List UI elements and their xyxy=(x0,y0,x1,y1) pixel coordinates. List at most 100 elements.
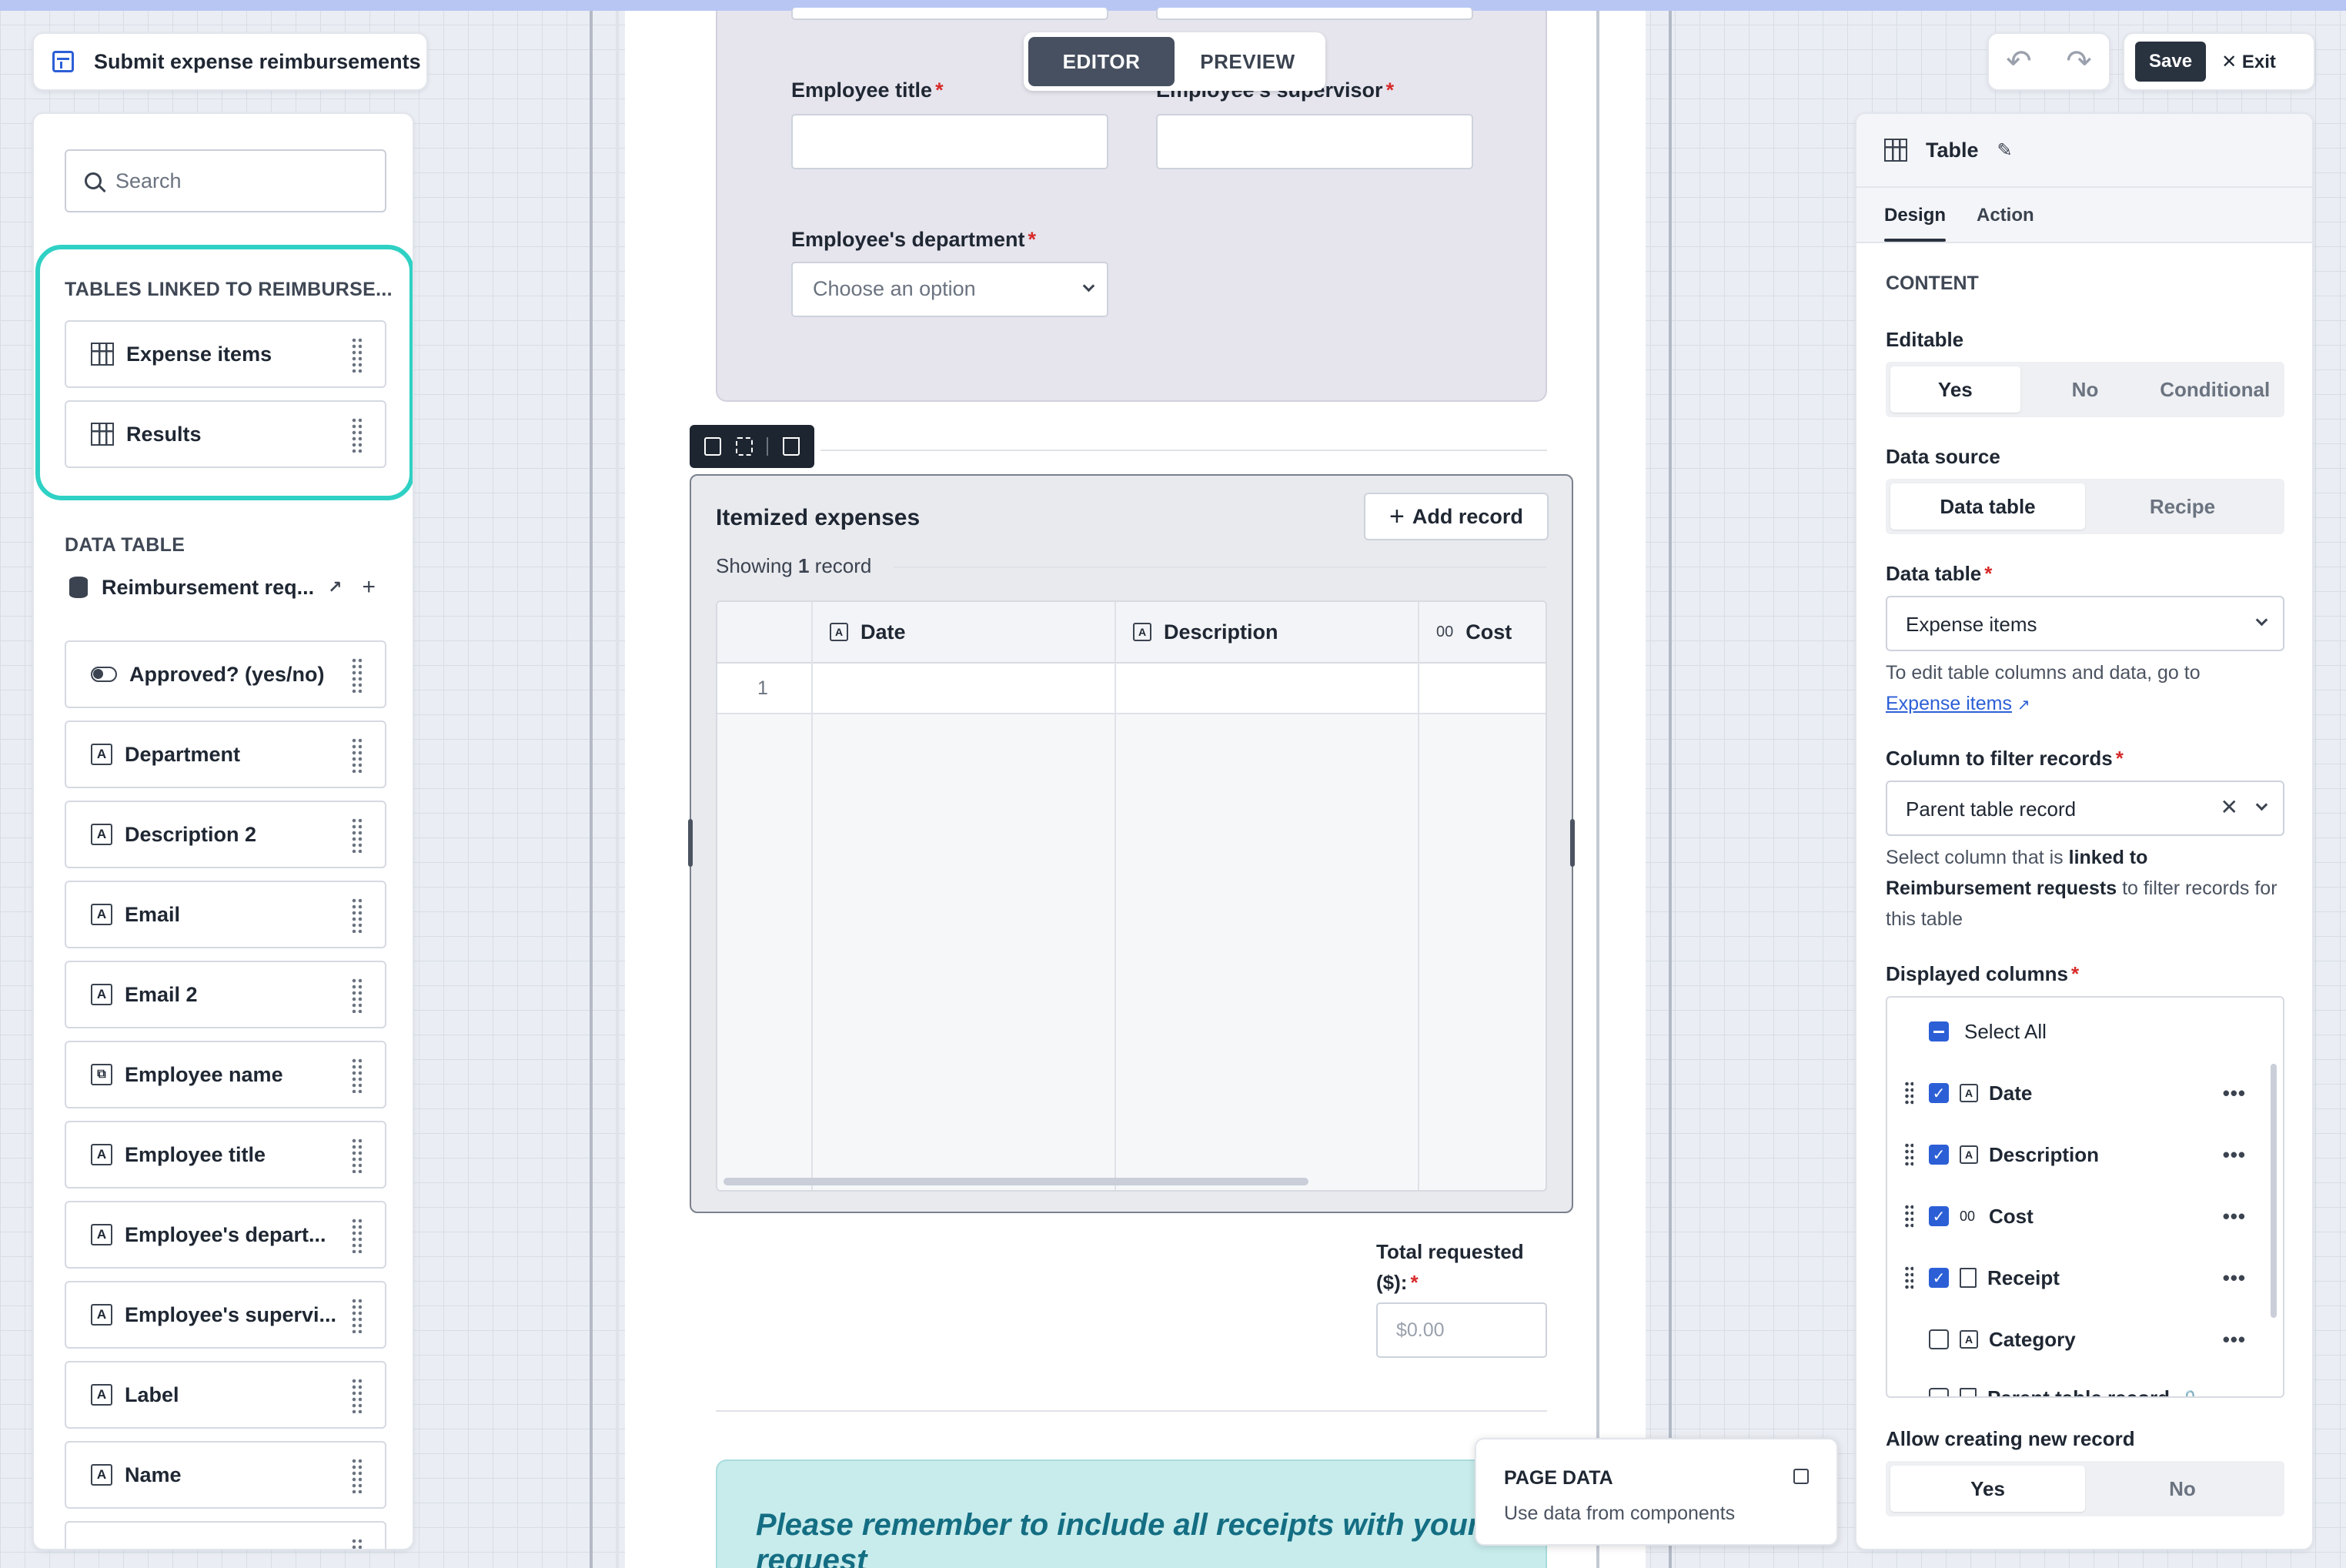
linked-table-expense-items[interactable]: Expense items xyxy=(65,320,386,388)
expense-items-link[interactable]: Expense items xyxy=(1886,693,2012,714)
column-header-cost[interactable]: 00 Cost xyxy=(1418,602,1546,664)
column-row-parent-table-record[interactable]: Parent table record 🔒 xyxy=(1887,1375,2272,1396)
save-button[interactable]: Save xyxy=(2135,42,2207,82)
linked-tables-heading: TABLES LINKED TO REIMBURSE... xyxy=(65,279,393,300)
editable-yes[interactable]: Yes xyxy=(1890,366,2020,413)
column-row-category[interactable]: A Category ••• xyxy=(1887,1316,2272,1362)
select-parent-icon[interactable] xyxy=(735,437,753,456)
field-email-2[interactable]: A Email 2 xyxy=(65,961,386,1028)
tab-action[interactable]: Action xyxy=(1977,205,2034,226)
drag-handle-icon[interactable] xyxy=(351,1058,362,1093)
drag-handle-icon[interactable] xyxy=(351,1458,362,1493)
field-label: Email 2 xyxy=(125,982,198,1006)
column-checkbox[interactable] xyxy=(1929,1329,1949,1349)
field-description-2[interactable]: A Description 2 xyxy=(65,801,386,868)
more-options-icon[interactable]: ••• xyxy=(2223,1328,2246,1352)
add-field-icon[interactable]: + xyxy=(363,574,376,600)
department-select[interactable]: Choose an option xyxy=(791,262,1108,317)
preview-tab[interactable]: PREVIEW xyxy=(1175,37,1321,86)
field-employee-title[interactable]: A Employee title xyxy=(65,1121,386,1189)
page-data-panel[interactable]: PAGE DATA Use data from components xyxy=(1475,1438,1838,1546)
resize-handle-left[interactable] xyxy=(688,819,693,867)
column-row-description[interactable]: ✓ A Description ••• xyxy=(1887,1132,2272,1178)
trash-icon[interactable] xyxy=(782,437,800,456)
drag-handle-icon[interactable] xyxy=(351,1138,362,1173)
filter-column-select[interactable]: Parent table record ✕ xyxy=(1886,781,2284,836)
pencil-icon[interactable]: ✎ xyxy=(1997,139,2013,162)
field-name[interactable]: A Name xyxy=(65,1441,386,1509)
exit-button[interactable]: ✕ Exit xyxy=(2221,51,2276,73)
field-email[interactable]: A Email xyxy=(65,881,386,948)
data-source-data-table[interactable]: Data table xyxy=(1890,483,2085,530)
table-row[interactable]: 1 xyxy=(717,664,1546,714)
drag-handle-icon[interactable] xyxy=(351,337,362,373)
drag-handle-icon[interactable] xyxy=(351,817,362,853)
drag-handle-icon[interactable] xyxy=(1904,1142,1913,1167)
field-label-field[interactable]: A Label xyxy=(65,1361,386,1429)
column-row-date[interactable]: ✓ A Date ••• xyxy=(1887,1070,2272,1116)
columns-scrollbar[interactable] xyxy=(2271,1064,2277,1318)
column-row-cost[interactable]: ✓ 00 Cost ••• xyxy=(1887,1193,2272,1239)
more-options-icon[interactable]: ••• xyxy=(2223,1143,2246,1167)
more-options-icon[interactable]: ••• xyxy=(2223,1266,2246,1290)
total-requested-input[interactable]: $0.00 xyxy=(1376,1302,1547,1358)
drag-handle-icon[interactable] xyxy=(351,657,362,693)
column-checkbox[interactable]: ✓ xyxy=(1929,1268,1949,1288)
column-checkbox[interactable]: ✓ xyxy=(1929,1145,1949,1165)
supervisor-input[interactable] xyxy=(1156,114,1473,169)
clear-icon[interactable]: ✕ xyxy=(2221,794,2238,820)
editor-preview-toggle: EDITOR PREVIEW xyxy=(1024,32,1325,91)
external-link-icon[interactable]: ↗ xyxy=(2017,697,2030,714)
allow-new-yes[interactable]: Yes xyxy=(1890,1466,2085,1512)
drag-handle-icon[interactable] xyxy=(351,1298,362,1333)
drag-handle-icon[interactable] xyxy=(351,1378,362,1413)
drag-handle-icon[interactable] xyxy=(351,737,362,773)
search-input[interactable]: Search xyxy=(65,149,386,212)
drag-handle-icon[interactable] xyxy=(351,1538,362,1549)
column-header-description[interactable]: A Description xyxy=(1115,602,1418,664)
drag-handle-icon[interactable] xyxy=(351,417,362,453)
data-table-select[interactable]: Expense items xyxy=(1886,596,2284,651)
tab-design[interactable]: Design xyxy=(1884,205,1947,242)
itemized-expenses-table[interactable]: Itemized expenses + Add record Showing 1… xyxy=(688,474,1575,1213)
resize-handle-right[interactable] xyxy=(1570,819,1575,867)
top-field-input[interactable] xyxy=(791,8,1108,20)
column-checkbox[interactable]: ✓ xyxy=(1929,1206,1949,1226)
redo-icon[interactable]: ↷ xyxy=(2066,44,2092,79)
undo-icon[interactable]: ↶ xyxy=(2006,44,2032,79)
editor-tab[interactable]: EDITOR xyxy=(1028,37,1175,86)
more-options-icon[interactable]: ••• xyxy=(2223,1205,2246,1229)
allow-new-no[interactable]: No xyxy=(2085,1466,2280,1512)
top-field-input[interactable] xyxy=(1156,8,1473,20)
select-all-row[interactable]: Select All xyxy=(1887,1008,2272,1055)
data-source-row[interactable]: Reimbursement req... ↗ + xyxy=(69,574,376,600)
column-checkbox[interactable] xyxy=(1929,1388,1949,1396)
editable-no[interactable]: No xyxy=(2020,366,2150,413)
column-checkbox[interactable]: ✓ xyxy=(1929,1083,1949,1103)
more-options-icon[interactable]: ••• xyxy=(2223,1082,2246,1105)
editable-conditional[interactable]: Conditional xyxy=(2150,366,2280,413)
field-employee-name[interactable]: ⧉ Employee name xyxy=(65,1041,386,1108)
column-row-receipt[interactable]: ✓ Receipt ••• xyxy=(1887,1255,2272,1301)
employee-title-input[interactable] xyxy=(791,114,1108,169)
field-next[interactable] xyxy=(65,1521,386,1549)
drag-handle-icon[interactable] xyxy=(351,898,362,933)
field-department[interactable]: A Department xyxy=(65,720,386,788)
drag-handle-icon[interactable] xyxy=(1904,1204,1913,1229)
external-link-icon[interactable]: ↗ xyxy=(328,577,342,597)
duplicate-icon[interactable] xyxy=(704,437,722,456)
drag-handle-icon[interactable] xyxy=(1904,1265,1913,1290)
add-record-button[interactable]: + Add record xyxy=(1364,493,1549,540)
data-source-recipe[interactable]: Recipe xyxy=(2085,483,2280,530)
field-employee-supervisor[interactable]: A Employee's supervi... xyxy=(65,1281,386,1349)
linked-table-results[interactable]: Results xyxy=(65,400,386,468)
field-approved[interactable]: Approved? (yes/no) xyxy=(65,640,386,708)
drag-handle-icon[interactable] xyxy=(1904,1081,1913,1105)
select-all-checkbox[interactable] xyxy=(1929,1021,1949,1041)
field-employee-department[interactable]: A Employee's depart... xyxy=(65,1201,386,1269)
horizontal-scrollbar[interactable] xyxy=(724,1178,1308,1185)
drag-handle-icon[interactable] xyxy=(351,978,362,1013)
drag-handle-icon[interactable] xyxy=(351,1218,362,1253)
column-header-date[interactable]: A Date xyxy=(811,602,1115,664)
expand-panel-icon[interactable] xyxy=(1793,1469,1809,1484)
